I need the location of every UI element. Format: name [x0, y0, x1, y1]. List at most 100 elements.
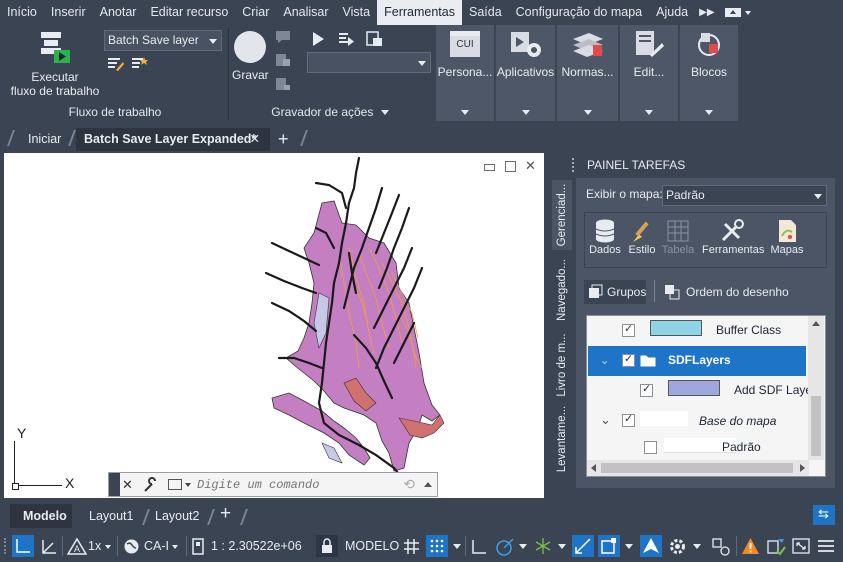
- map-scale-icon[interactable]: [191, 538, 205, 555]
- applications-panel[interactable]: Aplicativos: [496, 25, 555, 121]
- tree-horizontal-scrollbar[interactable]: [587, 460, 809, 476]
- play-list-icon[interactable]: [338, 31, 356, 47]
- new-workflow-icon[interactable]: [131, 56, 149, 72]
- menu-item-analisar[interactable]: Analisar: [276, 0, 335, 25]
- object-snap-tracking-icon[interactable]: [572, 535, 594, 557]
- menu-item-ajuda[interactable]: Ajuda: [649, 0, 695, 25]
- vertical-tab-map-book[interactable]: Livro de m...: [552, 330, 572, 400]
- annotation-visibility-icon[interactable]: A: [67, 537, 87, 555]
- layer-visibility-checkbox[interactable]: [644, 441, 657, 454]
- scrollbar-thumb[interactable]: [601, 463, 793, 473]
- menu-item-anotar[interactable]: Anotar: [93, 0, 144, 25]
- close-viewport-icon[interactable]: ✕: [525, 158, 536, 174]
- command-history-icon[interactable]: ⟲: [403, 476, 415, 493]
- chevron-down-icon[interactable]: [519, 544, 527, 549]
- comment-icon[interactable]: [275, 30, 291, 44]
- globe-icon[interactable]: [123, 538, 140, 555]
- vertical-tab-survey[interactable]: Levantame...: [552, 404, 572, 474]
- new-tab-button[interactable]: +: [278, 128, 289, 151]
- hamburger-menu-icon[interactable]: [817, 538, 835, 554]
- play-icon[interactable]: [310, 31, 326, 47]
- chevron-down-icon[interactable]: [185, 483, 191, 487]
- chevron-down-icon[interactable]: ⌄: [600, 354, 609, 367]
- tab-active-document[interactable]: Batch Save Layer Expanded* ✕: [76, 128, 270, 151]
- scale-factor-dropdown[interactable]: 1x: [88, 535, 111, 557]
- sync-icon[interactable]: [766, 537, 786, 557]
- tab-model[interactable]: Modelo: [10, 504, 72, 528]
- task-pane-grip[interactable]: [572, 158, 576, 172]
- model-space-toggle[interactable]: MODELO: [345, 535, 399, 557]
- groups-toggle[interactable]: Grupos: [584, 280, 646, 304]
- request-input-icon[interactable]: [275, 53, 291, 67]
- menu-overflow-icon[interactable]: ▶▶: [695, 0, 718, 25]
- tree-row-sdflayers[interactable]: ⌄ ✓ SDFLayers: [588, 346, 806, 376]
- show-map-dropdown[interactable]: Padrão: [662, 185, 827, 206]
- layer-visibility-checkbox[interactable]: ✓: [622, 413, 635, 427]
- vertical-tab-navigator[interactable]: Navegado...: [552, 254, 572, 326]
- menu-item-saida[interactable]: Saída: [462, 0, 509, 25]
- tree-row-add-sdf-layer[interactable]: ✓ Add SDF Laye: [588, 376, 812, 406]
- snap-mode-icon[interactable]: [426, 535, 448, 557]
- annotation-monitor-icon[interactable]: [640, 535, 662, 557]
- ribbon-options-caret-icon[interactable]: [744, 10, 751, 15]
- tools-tool-button[interactable]: Ferramentas: [702, 218, 764, 256]
- command-line[interactable]: ✕ ⟲: [108, 472, 438, 497]
- grid-icon[interactable]: [403, 538, 420, 555]
- chevron-up-icon[interactable]: [424, 482, 432, 487]
- chevron-down-icon[interactable]: [693, 544, 701, 549]
- blocks-panel[interactable]: Blocos: [680, 25, 738, 121]
- scrollbar-thumb[interactable]: [811, 396, 821, 456]
- chevron-left-icon[interactable]: [591, 464, 596, 472]
- map-scale-value[interactable]: 1 : 2.30522e+06: [211, 535, 302, 557]
- workflow-dropdown[interactable]: Batch Save layer: [104, 30, 222, 51]
- coordinate-system-dropdown[interactable]: CA-I: [144, 535, 179, 557]
- wrench-icon[interactable]: [143, 477, 159, 493]
- menu-item-editar-recurso[interactable]: Editar recurso: [143, 0, 235, 25]
- style-tool-button[interactable]: Estilo: [626, 218, 658, 256]
- run-workflow-button[interactable]: Executar fluxo de trabalho: [8, 30, 102, 100]
- fullscreen-icon[interactable]: [792, 538, 810, 554]
- base-point-icon[interactable]: [275, 77, 291, 91]
- menu-item-ferramentas[interactable]: Ferramentas: [377, 0, 462, 25]
- close-icon[interactable]: ✕: [122, 477, 133, 493]
- tree-row-buffer-class[interactable]: ✓ Buffer Class: [588, 316, 806, 346]
- add-layout-button[interactable]: +: [220, 503, 231, 525]
- command-input[interactable]: [197, 476, 397, 493]
- annotation-scale-icon[interactable]: [40, 538, 58, 556]
- layer-visibility-checkbox[interactable]: ✓: [640, 383, 653, 397]
- record-button[interactable]: Gravar: [232, 30, 269, 90]
- draw-order-toggle[interactable]: Ordem do desenho: [664, 280, 814, 304]
- restore-viewport-icon[interactable]: [505, 161, 516, 172]
- isometric-drafting-icon[interactable]: [534, 537, 552, 555]
- recorder-panel-title[interactable]: Gravador de ações: [260, 105, 400, 119]
- layer-visibility-checkbox[interactable]: ✓: [622, 353, 635, 367]
- drawing-viewport[interactable]: ✕ Y X: [4, 153, 544, 498]
- gear-icon[interactable]: [668, 537, 687, 556]
- customization-panel[interactable]: CUI Persona...: [436, 25, 494, 121]
- layout-pin-icon[interactable]: ⇆: [813, 505, 835, 525]
- action-manager-icon[interactable]: [366, 31, 384, 47]
- coordinates-toggle-icon[interactable]: [12, 535, 34, 557]
- layer-visibility-checkbox[interactable]: ✓: [622, 323, 635, 337]
- workspace-switch-icon[interactable]: [711, 537, 731, 557]
- data-tool-button[interactable]: Dados: [588, 218, 622, 256]
- standards-panel[interactable]: Normas...: [557, 25, 618, 121]
- tree-row-base-map[interactable]: ⌄ ✓ Base do mapa: [588, 406, 806, 436]
- tab-start[interactable]: Iniciar: [28, 128, 61, 151]
- command-prompt-icon[interactable]: [168, 479, 182, 490]
- menu-item-inserir[interactable]: Inserir: [44, 0, 93, 25]
- chevron-up-icon[interactable]: [812, 321, 820, 326]
- menu-item-criar[interactable]: Criar: [235, 0, 276, 25]
- chevron-right-icon[interactable]: [800, 464, 805, 472]
- lock-icon[interactable]: [316, 535, 338, 557]
- menu-item-inicio[interactable]: Início: [0, 0, 44, 25]
- warning-icon[interactable]: [741, 537, 760, 555]
- minimize-viewport-icon[interactable]: [484, 164, 495, 171]
- close-tab-icon[interactable]: ✕: [250, 128, 260, 151]
- table-tool-button[interactable]: Tabela: [660, 218, 696, 256]
- ortho-mode-icon[interactable]: [470, 538, 488, 556]
- command-line-grip[interactable]: [109, 473, 120, 496]
- chevron-down-icon[interactable]: [625, 544, 633, 549]
- edit-workflow-icon[interactable]: [107, 56, 125, 72]
- menu-item-vista[interactable]: Vista: [336, 0, 378, 25]
